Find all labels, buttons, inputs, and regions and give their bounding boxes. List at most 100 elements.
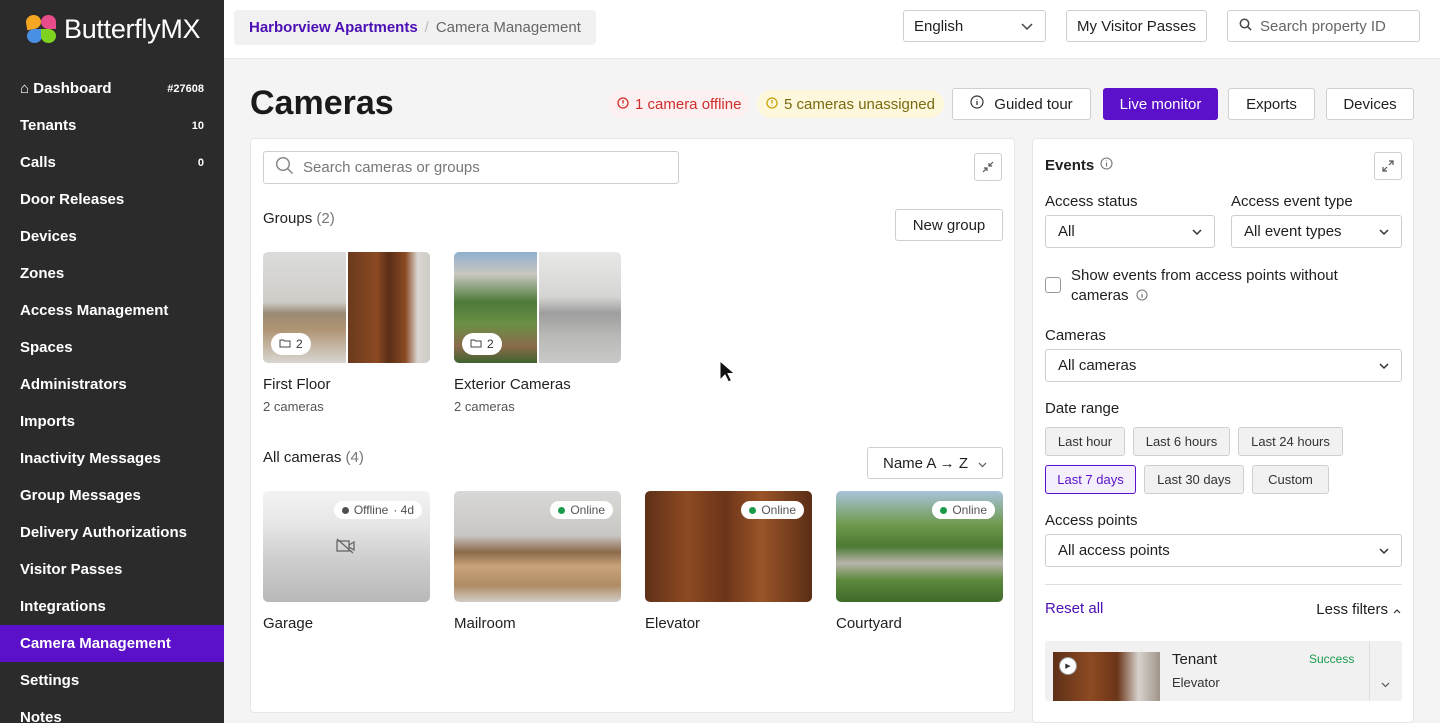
sidebar-item-zones[interactable]: Zones <box>0 255 224 292</box>
camera-tile-elevator[interactable]: Online <box>645 491 812 602</box>
camera-name[interactable]: Courtyard <box>836 615 902 632</box>
sidebar-item-tenants[interactable]: Tenants 10 <box>0 107 224 144</box>
group-name[interactable]: First Floor <box>263 376 331 393</box>
sidebar-item-devices[interactable]: Devices <box>0 218 224 255</box>
reset-all-link[interactable]: Reset all <box>1045 600 1103 617</box>
sidebar-item-inactivity-messages[interactable]: Inactivity Messages <box>0 440 224 477</box>
sidebar-item-label: Integrations <box>20 598 106 615</box>
exports-button[interactable]: Exports <box>1228 88 1315 120</box>
language-value: English <box>914 17 964 35</box>
camera-name[interactable]: Mailroom <box>454 615 516 632</box>
group-count-text: 2 <box>296 337 303 351</box>
group-card-first-floor[interactable]: 2 <box>263 252 430 363</box>
camera-search-input[interactable]: Search cameras or groups <box>263 151 679 184</box>
live-monitor-button[interactable]: Live monitor <box>1103 88 1218 120</box>
event-list-item[interactable]: ▶ Tenant Elevator Success <box>1045 641 1402 701</box>
camera-tile-mailroom[interactable]: Online <box>454 491 621 602</box>
sidebar: ButterflyMX ⌂ Dashboard #27608 Tenants 10… <box>0 0 224 723</box>
chevron-down-icon <box>1192 223 1202 240</box>
sidebar-item-integrations[interactable]: Integrations <box>0 588 224 625</box>
sidebar-item-settings[interactable]: Settings <box>0 662 224 699</box>
sidebar-item-administrators[interactable]: Administrators <box>0 366 224 403</box>
sidebar-item-access-management[interactable]: Access Management <box>0 292 224 329</box>
status-extra: · 4d <box>393 503 414 517</box>
info-icon[interactable] <box>1100 157 1113 174</box>
group-sub: 2 cameras <box>263 399 324 414</box>
breadcrumb-current: Camera Management <box>435 19 581 36</box>
sidebar-item-door-releases[interactable]: Door Releases <box>0 181 224 218</box>
sidebar-item-label: Administrators <box>20 376 127 393</box>
cameras-filter-label: Cameras <box>1045 327 1106 344</box>
date-range-last-30-days[interactable]: Last 30 days <box>1144 465 1244 494</box>
chevron-down-icon <box>1379 357 1389 374</box>
date-range-last-hour[interactable]: Last hour <box>1045 427 1125 456</box>
play-icon[interactable]: ▶ <box>1059 657 1077 675</box>
divider <box>1045 584 1402 585</box>
new-group-button[interactable]: New group <box>895 209 1003 241</box>
offline-status-text: 1 camera offline <box>635 95 742 113</box>
expand-icon[interactable] <box>1374 152 1402 180</box>
offline-status-badge[interactable]: 1 camera offline <box>608 90 751 118</box>
chevron-down-icon <box>1379 223 1389 240</box>
sidebar-item-calls[interactable]: Calls 0 <box>0 144 224 181</box>
camera-status-badge: Offline · 4d <box>333 501 422 519</box>
cameras-filter-select[interactable]: All cameras <box>1045 349 1402 382</box>
sort-select[interactable]: Name A → Z <box>867 447 1003 479</box>
group-card-exterior-cameras[interactable]: 2 <box>454 252 621 363</box>
camera-name[interactable]: Elevator <box>645 615 700 632</box>
access-status-select[interactable]: All <box>1045 215 1215 248</box>
unassigned-status-badge[interactable]: 5 cameras unassigned <box>757 90 944 118</box>
event-type-label: Access event type <box>1231 193 1353 210</box>
page-title: Cameras <box>250 84 394 122</box>
date-range-last-6-hours[interactable]: Last 6 hours <box>1133 427 1230 456</box>
sidebar-item-delivery-authorizations[interactable]: Delivery Authorizations <box>0 514 224 551</box>
property-search-input[interactable]: Search property ID <box>1227 10 1420 42</box>
language-select[interactable]: English <box>903 10 1046 42</box>
sidebar-item-label: Zones <box>20 265 65 282</box>
status-text: Online <box>761 503 796 517</box>
sidebar-item-camera-management[interactable]: Camera Management <box>0 625 224 662</box>
camera-status-badge: Online <box>932 501 995 519</box>
sidebar-item-spaces[interactable]: Spaces <box>0 329 224 366</box>
date-range-last-7-days[interactable]: Last 7 days <box>1045 465 1136 494</box>
guided-tour-button[interactable]: Guided tour <box>952 88 1091 120</box>
camera-status-badge: Online <box>550 501 613 519</box>
divider <box>1369 641 1370 701</box>
sidebar-item-imports[interactable]: Imports <box>0 403 224 440</box>
sidebar-item-label: Inactivity Messages <box>20 450 161 467</box>
camera-name[interactable]: Garage <box>263 615 313 632</box>
less-filters-toggle[interactable]: Less filters <box>1316 601 1401 618</box>
sidebar-item-dashboard[interactable]: ⌂ Dashboard #27608 <box>0 70 224 107</box>
event-type-select[interactable]: All event types <box>1231 215 1402 248</box>
sidebar-item-badge: 0 <box>197 156 204 169</box>
camera-tile-courtyard[interactable]: Online <box>836 491 1003 602</box>
search-placeholder: Search property ID <box>1260 17 1386 35</box>
sidebar-item-label: Spaces <box>20 339 73 356</box>
brand-logo[interactable]: ButterflyMX <box>0 0 224 59</box>
less-filters-text: Less filters <box>1316 601 1388 618</box>
chevron-up-icon <box>1393 601 1401 618</box>
chevron-down-icon[interactable] <box>1381 677 1390 691</box>
sidebar-item-notes[interactable]: Notes <box>0 699 224 723</box>
event-thumbnail[interactable]: ▶ <box>1053 652 1160 701</box>
sidebar-item-label: Visitor Passes <box>20 561 123 578</box>
breadcrumb-property-link[interactable]: Harborview Apartments <box>249 19 418 36</box>
sidebar-item-group-messages[interactable]: Group Messages <box>0 477 224 514</box>
sidebar-item-visitor-passes[interactable]: Visitor Passes <box>0 551 224 588</box>
camera-tile-garage[interactable]: Offline · 4d <box>263 491 430 602</box>
access-points-select[interactable]: All access points <box>1045 534 1402 567</box>
group-name[interactable]: Exterior Cameras <box>454 376 571 393</box>
date-range-custom[interactable]: Custom <box>1252 465 1329 494</box>
date-range-last-24-hours[interactable]: Last 24 hours <box>1238 427 1343 456</box>
sidebar-item-label: Delivery Authorizations <box>20 524 187 541</box>
info-icon <box>970 95 984 113</box>
info-icon[interactable] <box>1136 287 1148 307</box>
devices-button[interactable]: Devices <box>1326 88 1414 120</box>
show-events-checkbox[interactable] <box>1045 277 1061 293</box>
status-text: Online <box>570 503 605 517</box>
camera-search-placeholder: Search cameras or groups <box>303 159 480 176</box>
my-visitor-passes-button[interactable]: My Visitor Passes <box>1066 10 1207 42</box>
collapse-icon[interactable] <box>974 153 1002 181</box>
access-points-value: All access points <box>1058 542 1170 559</box>
folder-icon <box>470 337 482 351</box>
